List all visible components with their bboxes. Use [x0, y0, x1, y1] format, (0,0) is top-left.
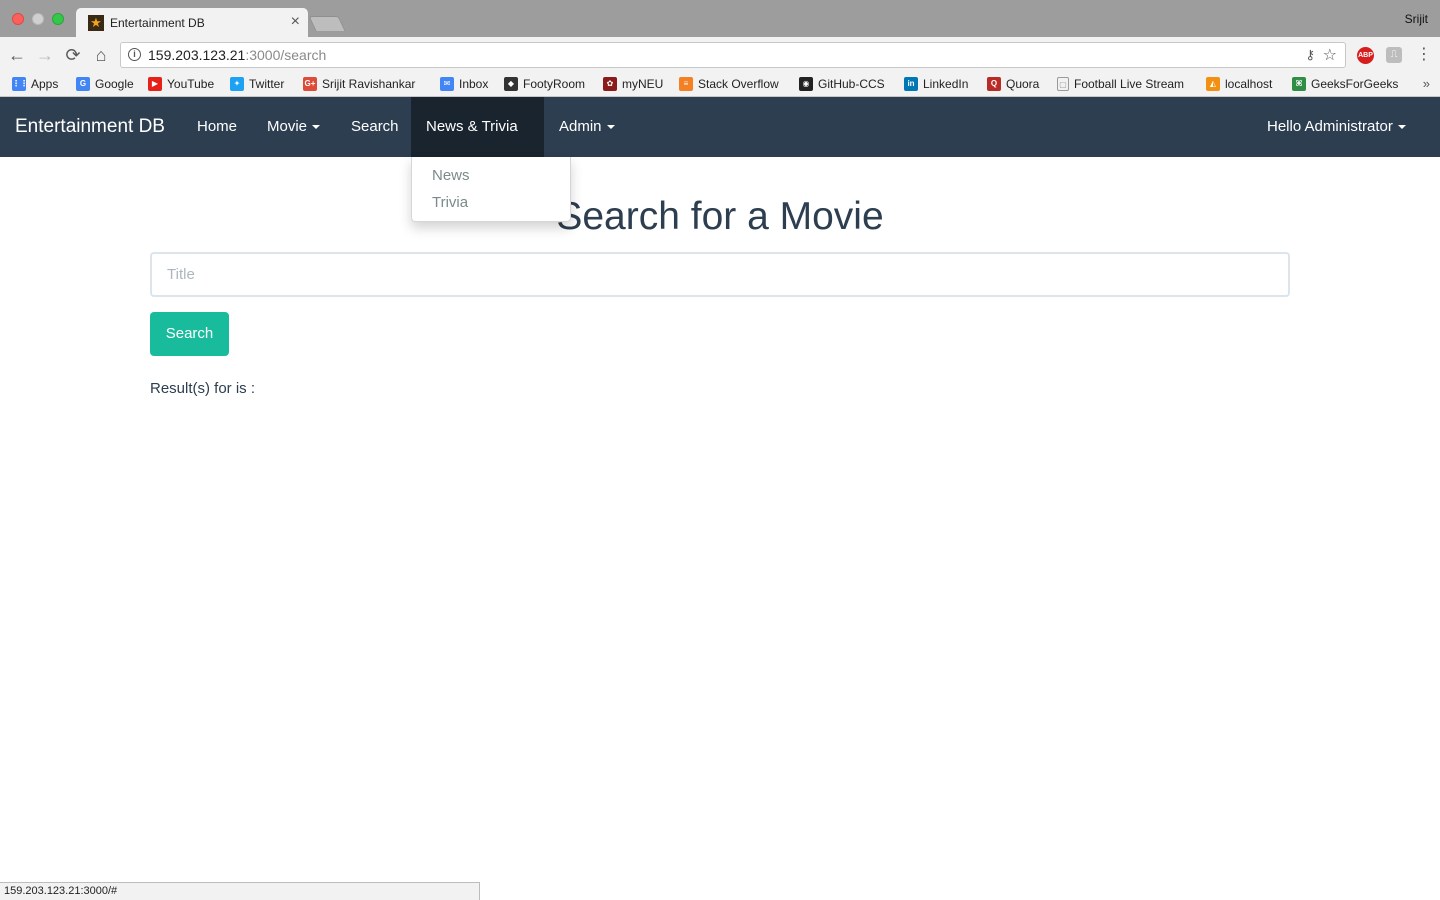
nav-movie[interactable]: Movie	[252, 97, 335, 157]
browser-toolbar: ← → ⟳ ⌂ i 159.203.123.21:3000/search ⚷ ☆…	[0, 37, 1440, 72]
bookmark-item[interactable]: ◭ localhost	[1206, 75, 1272, 93]
bookmark-label: Twitter	[249, 77, 285, 91]
bookmark-item[interactable]: in LinkedIn	[904, 75, 968, 93]
stackoverflow-icon: ≡	[679, 77, 693, 91]
key-icon[interactable]: ⚷	[1305, 47, 1315, 63]
bookmark-label: Srijit Ravishankar	[322, 77, 416, 91]
bookmark-label: LinkedIn	[923, 77, 969, 91]
bookmark-label: Google	[95, 77, 134, 91]
bookmark-label: Stack Overflow	[698, 77, 779, 91]
bookmark-label: Quora	[1006, 77, 1040, 91]
app-navbar: Entertainment DB Home Movie Search News …	[0, 97, 1440, 190]
search-button[interactable]: Search	[150, 312, 229, 356]
new-tab-button[interactable]	[308, 16, 346, 31]
info-icon[interactable]: i	[128, 48, 141, 61]
result-text: Result(s) for is :	[150, 380, 256, 397]
google-icon: G	[76, 77, 90, 91]
caret-down-icon	[1397, 125, 1406, 130]
google-plus-icon: G+	[303, 77, 317, 91]
nav-search[interactable]: Search	[336, 97, 414, 157]
forward-arrow-icon[interactable]: →	[35, 45, 55, 65]
bookmark-label: Apps	[31, 77, 59, 91]
bookmark-item[interactable]: ◆ FootyRoom	[504, 75, 585, 93]
footyroom-icon: ◆	[504, 77, 518, 91]
youtube-icon: ▶	[148, 77, 162, 91]
nav-news-trivia[interactable]: News & Trivia	[411, 97, 544, 190]
browser-tabstrip: ★ Entertainment DB × Srijit	[0, 0, 1440, 37]
bookmark-item[interactable]: ✦ Twitter	[230, 75, 284, 93]
bookmark-item[interactable]: ✉ Inbox	[440, 75, 488, 93]
window-maximize-button[interactable]	[52, 13, 64, 25]
nav-user-menu[interactable]: Hello Administrator	[1252, 97, 1421, 157]
browser-tab-active[interactable]: ★ Entertainment DB ×	[76, 8, 308, 37]
bookmarks-bar: ⋮⋮ Apps G Google ▶ YouTube ✦ Twitter G+ Srijit Ra…	[0, 72, 1440, 97]
inbox-icon: ✉	[440, 77, 454, 91]
bookmark-item[interactable]: ◉ GitHub-CCS	[799, 75, 885, 93]
adblock-plus-icon[interactable]: ABP	[1357, 47, 1374, 64]
title-search-input[interactable]	[150, 252, 1290, 297]
window-minimize-button[interactable]	[32, 13, 44, 25]
bookmark-label: localhost	[1225, 77, 1273, 91]
nav-search-label: Search	[351, 118, 399, 135]
reload-icon[interactable]: ⟳	[63, 45, 83, 65]
pma-icon: ◭	[1206, 77, 1220, 91]
star-favicon-icon: ★	[88, 15, 104, 31]
bookmark-item[interactable]: ⋮⋮ Apps	[12, 75, 58, 93]
nav-home[interactable]: Home	[182, 97, 252, 157]
url-host: 159.203.123.21	[148, 47, 246, 63]
paw-icon: ✿	[603, 77, 617, 91]
bookmark-item[interactable]: ⌘ GeeksForGeeks	[1292, 75, 1398, 93]
linkedin-icon: in	[904, 77, 918, 91]
back-arrow-icon[interactable]: ←	[7, 45, 27, 65]
bookmark-item[interactable]: G+ Srijit Ravishankar	[303, 75, 415, 93]
caret-down-icon	[606, 125, 615, 130]
dropdown-item-news[interactable]: News	[432, 167, 470, 184]
bookmark-label: Football Live Stream	[1074, 77, 1185, 91]
window-close-button[interactable]	[12, 13, 24, 25]
bookmark-item[interactable]: Q Quora	[987, 75, 1039, 93]
news-trivia-dropdown: News Trivia	[411, 157, 571, 222]
url-text[interactable]: 159.203.123.21:3000/search	[148, 47, 326, 63]
bookmark-item[interactable]: ▢ Football Live Stream	[1057, 75, 1184, 93]
tab-title: Entertainment DB	[110, 16, 205, 30]
browser-menu-icon[interactable]: ⋮	[1416, 46, 1432, 64]
github-icon: ◉	[799, 77, 813, 91]
quora-icon: Q	[987, 77, 1001, 91]
bookmark-star-icon[interactable]: ☆	[1323, 45, 1337, 65]
profile-name[interactable]: Srijit	[1405, 12, 1428, 26]
dropdown-item-trivia[interactable]: Trivia	[432, 194, 468, 211]
bookmark-label: FootyRoom	[523, 77, 586, 91]
nav-home-label: Home	[197, 118, 238, 135]
nav-admin-label: Admin	[559, 118, 602, 135]
bookmark-item[interactable]: ▶ YouTube	[148, 75, 214, 93]
url-path: :3000/search	[245, 47, 327, 63]
address-bar[interactable]: i 159.203.123.21:3000/search ⚷ ☆	[120, 42, 1346, 68]
bookmark-item[interactable]: ≡ Stack Overflow	[679, 75, 779, 93]
extension-icon[interactable]: ⎍	[1386, 47, 1402, 63]
user-menu-label: Hello Administrator	[1267, 118, 1393, 135]
nav-news-trivia-label: News & Trivia	[426, 118, 518, 135]
bookmark-item[interactable]: G Google	[76, 75, 134, 93]
nav-movie-label: Movie	[267, 118, 308, 135]
geeksforgeeks-icon: ⌘	[1292, 77, 1306, 91]
page-title: Search for a Movie	[556, 195, 884, 238]
bookmark-label: YouTube	[167, 77, 215, 91]
page-icon: ▢	[1057, 77, 1069, 91]
nav-admin[interactable]: Admin	[544, 97, 630, 157]
bookmarks-overflow-icon[interactable]: »	[1423, 76, 1430, 91]
bookmark-label: GitHub-CCS	[818, 77, 885, 91]
apps-grid-icon: ⋮⋮	[12, 77, 28, 91]
twitter-icon: ✦	[230, 77, 244, 91]
bookmark-label: GeeksForGeeks	[1311, 77, 1399, 91]
brand-link[interactable]: Entertainment DB	[15, 97, 165, 157]
caret-down-icon	[312, 125, 321, 130]
bookmark-label: myNEU	[622, 77, 664, 91]
home-icon[interactable]: ⌂	[91, 45, 111, 65]
tab-close-icon[interactable]: ×	[291, 13, 300, 31]
status-bar-url: 159.203.123.21:3000/#	[0, 882, 480, 900]
bookmark-label: Inbox	[459, 77, 489, 91]
bookmark-item[interactable]: ✿ myNEU	[603, 75, 663, 93]
